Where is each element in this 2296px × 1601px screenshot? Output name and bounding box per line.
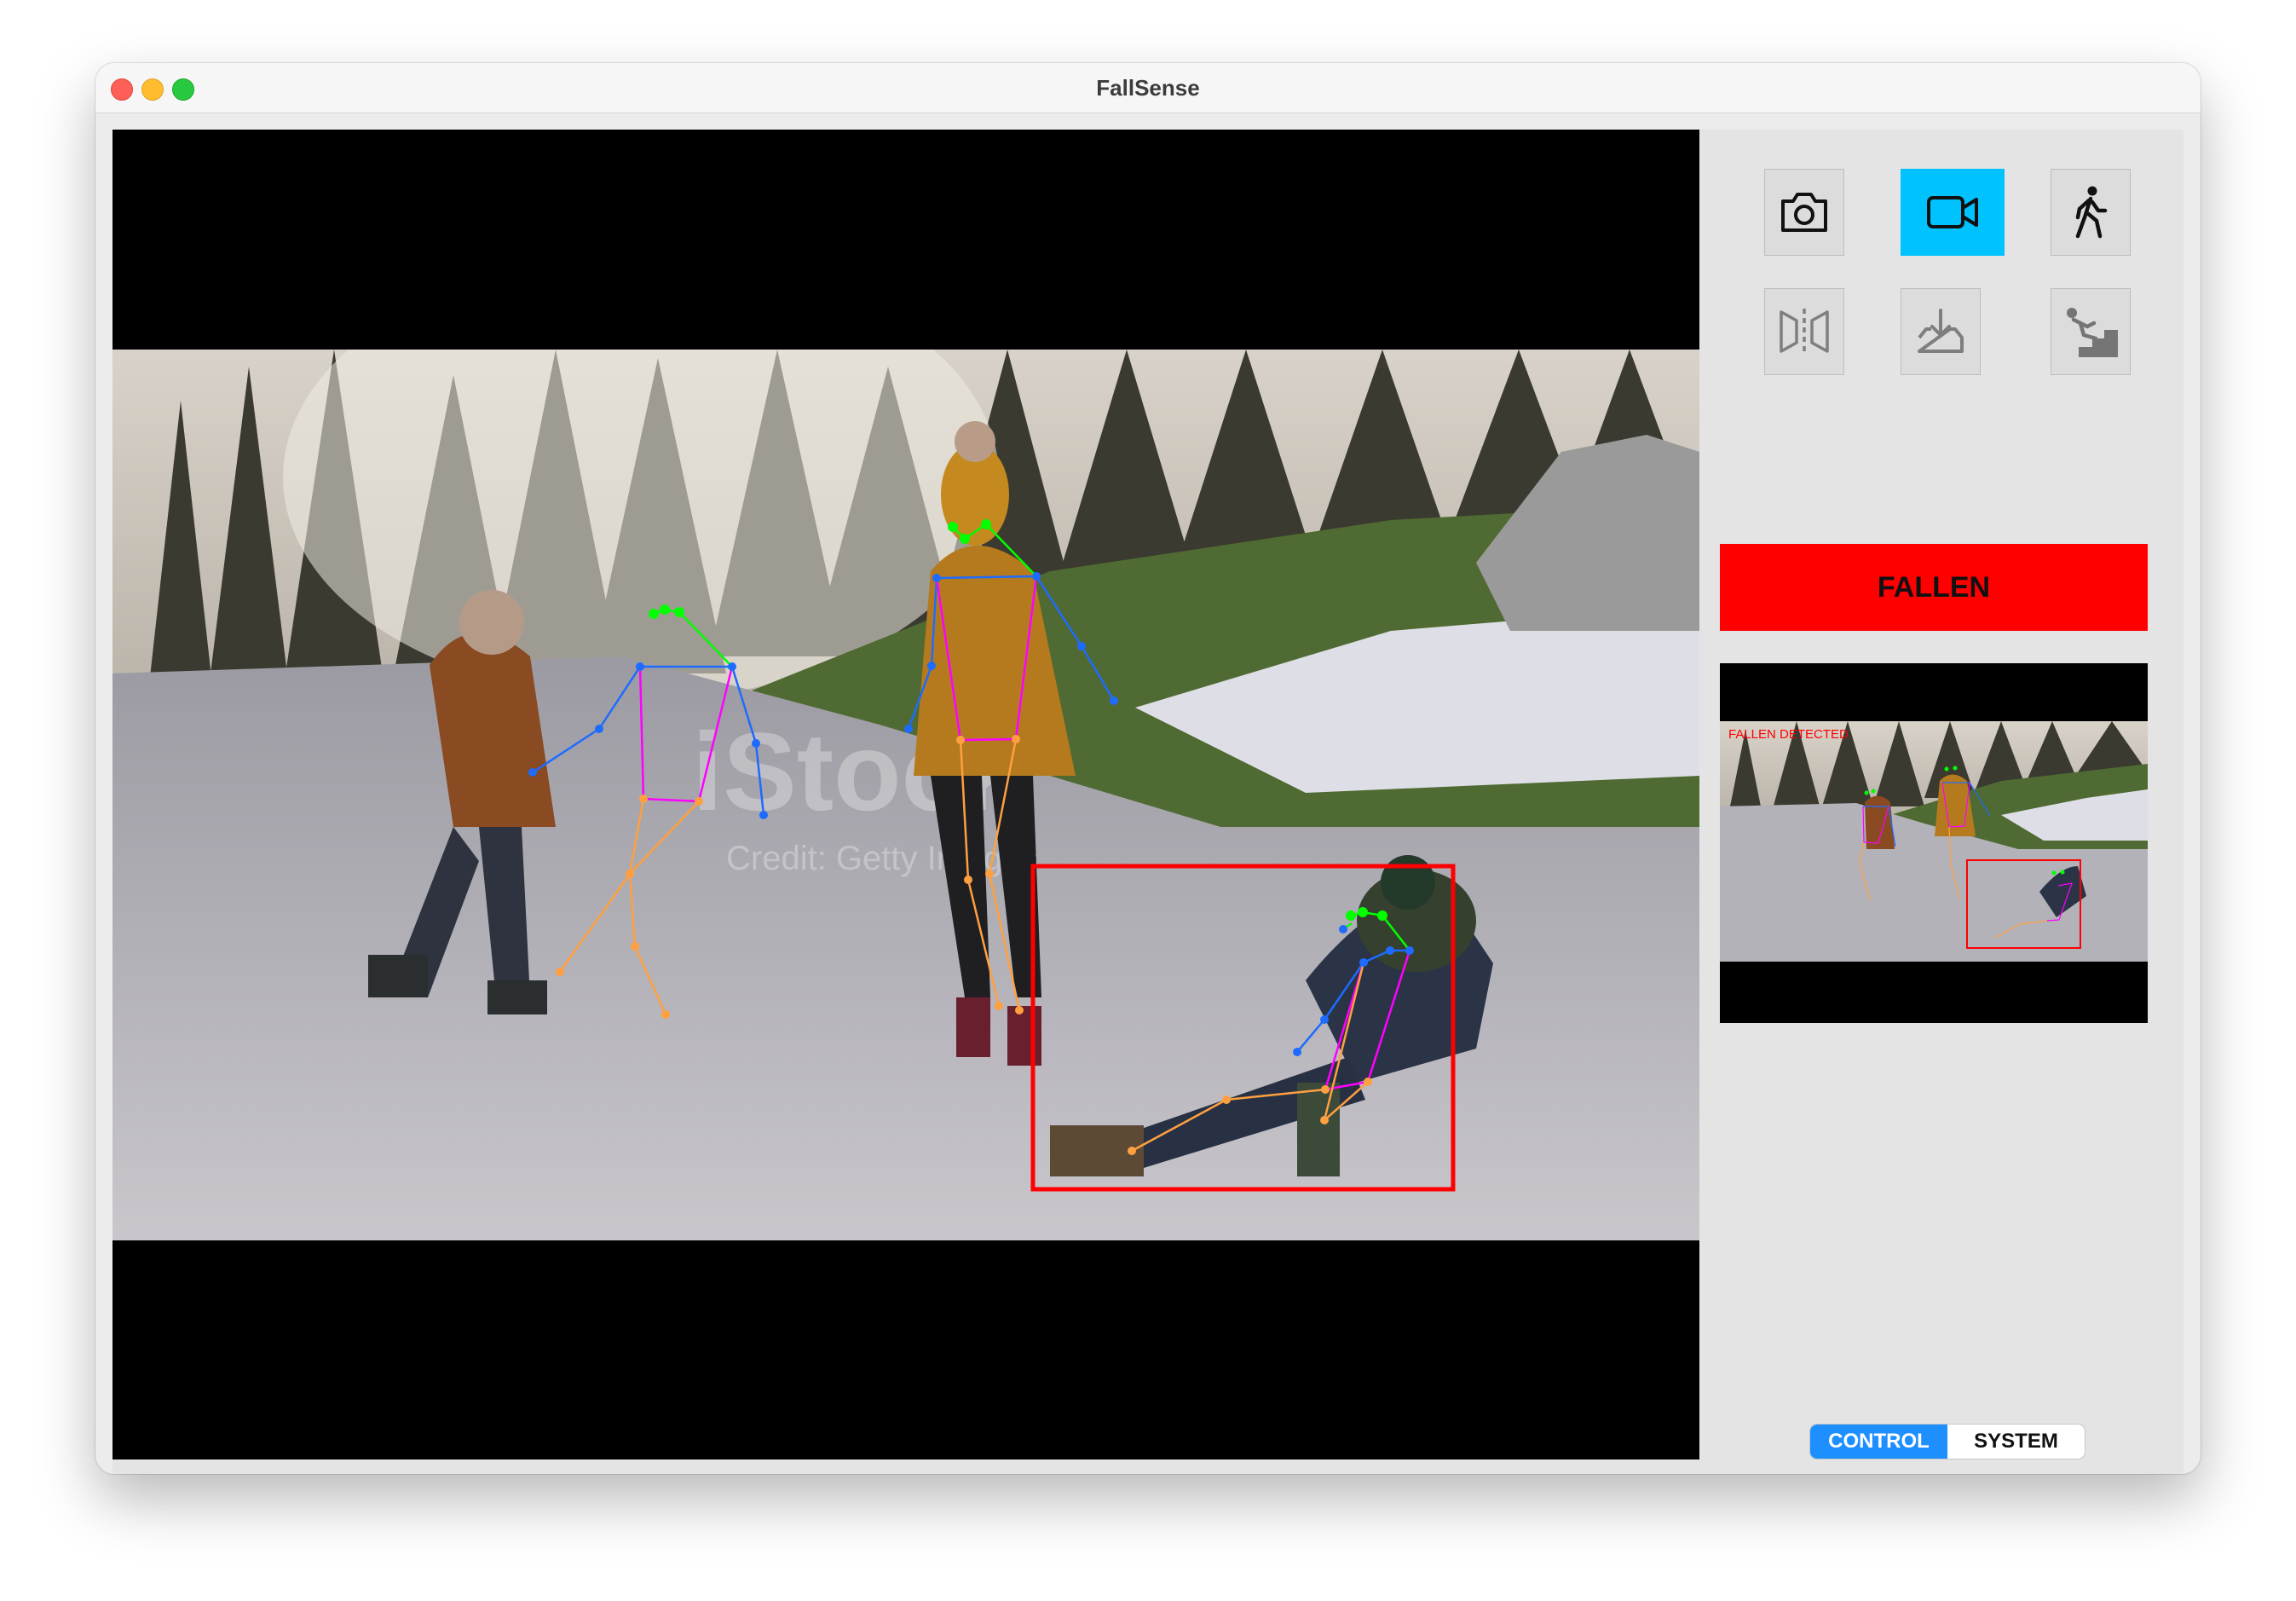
- fall-stairs-button[interactable]: [2051, 288, 2131, 375]
- person-falling-stairs-icon: [2067, 308, 2118, 357]
- camera-button[interactable]: [1764, 169, 1844, 256]
- person-walking-icon: [2075, 186, 2108, 239]
- video-feed: iStock Credit: Getty Images: [112, 130, 1699, 1459]
- video-camera-button[interactable]: [1901, 169, 2005, 256]
- tab-control[interactable]: CONTROL: [1810, 1425, 1947, 1459]
- snapshot-preview: FALLEN DETECTED: [1720, 663, 2148, 1023]
- preview-overlay-text: FALLEN DETECTED: [1728, 727, 1849, 742]
- tab-system[interactable]: SYSTEM: [1947, 1425, 2085, 1459]
- video-frame: iStock Credit: Getty Images: [112, 350, 1699, 1240]
- camera-icon: [1781, 193, 1827, 232]
- mirror-flip-button[interactable]: [1764, 288, 1844, 375]
- mode-tab-group: CONTROL SYSTEM: [1810, 1425, 2085, 1459]
- title-bar: FallSense: [95, 63, 2201, 113]
- app-window: FallSense iStock Credit: Getty Images FA…: [95, 63, 2201, 1474]
- download-icon: [1918, 309, 1964, 353]
- download-button[interactable]: [1901, 288, 1981, 375]
- snapshot-frame: FALLEN DETECTED: [1720, 721, 2148, 962]
- fall-status-banner: FALLEN: [1720, 544, 2148, 631]
- person-walking-button[interactable]: [2051, 169, 2131, 256]
- video-camera-icon: [1927, 196, 1978, 228]
- control-panel: FALLEN FALLEN DETECTED CONTROL SYSTEM: [1699, 130, 2184, 1474]
- main-content: iStock Credit: Getty Images FALLEN FALLE…: [112, 130, 2184, 1474]
- mirror-flip-icon: [1780, 309, 1829, 355]
- window-title: FallSense: [1096, 75, 1200, 101]
